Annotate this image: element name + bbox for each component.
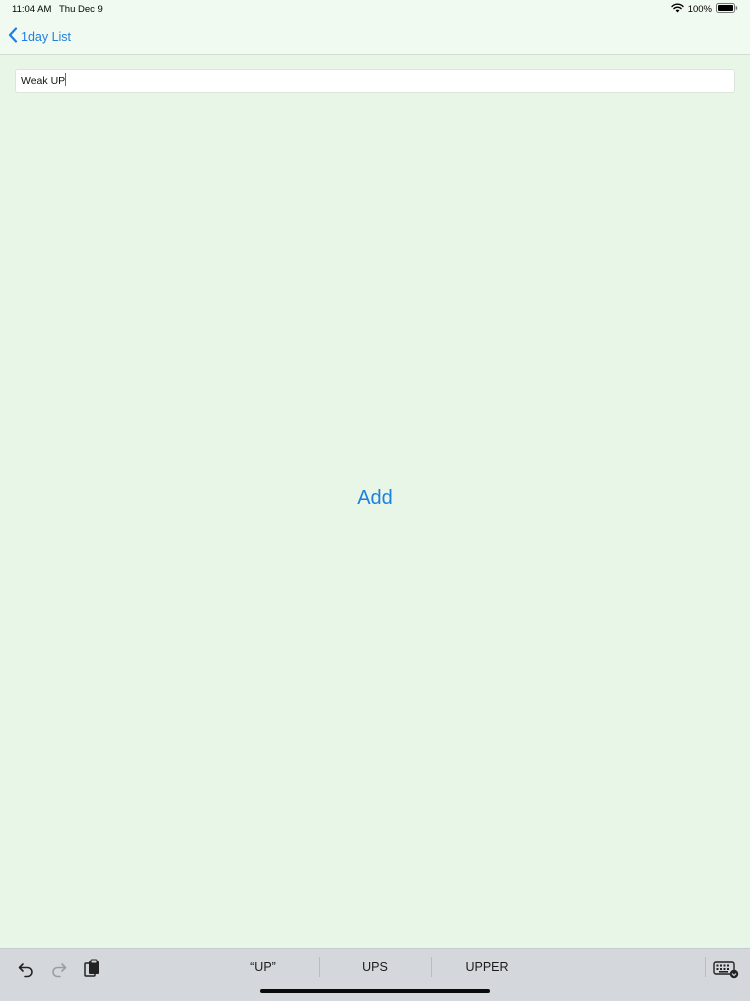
- add-button[interactable]: Add: [0, 487, 750, 510]
- chevron-left-icon: [8, 27, 18, 46]
- suggestion-separator: [431, 957, 432, 977]
- home-indicator: [260, 989, 490, 993]
- status-time: 11:04 AM: [12, 4, 52, 15]
- status-right: 100%: [670, 3, 738, 16]
- nav-bar: 1day List: [0, 18, 750, 55]
- paste-icon[interactable]: [82, 959, 102, 979]
- text-field-value: Weak UP: [21, 75, 66, 87]
- status-date: Thu Dec 9: [59, 4, 103, 15]
- status-bar: 11:04 AM Thu Dec 9 100%: [0, 0, 750, 18]
- item-text-field[interactable]: Weak UP: [15, 69, 735, 93]
- battery-icon: [716, 3, 738, 16]
- keyboard-icon[interactable]: [713, 959, 739, 979]
- battery-percent: 100%: [687, 4, 712, 15]
- text-cursor: [65, 73, 67, 86]
- keyboard-shortcut-bar: “UP” UPS UPPER: [0, 948, 750, 1001]
- wifi-icon: [670, 3, 684, 16]
- back-button-label: 1day List: [21, 29, 72, 44]
- redo-icon[interactable]: [49, 959, 69, 979]
- toolbar-separator: [705, 957, 706, 977]
- suggestion-separator: [319, 957, 320, 977]
- suggestion-2[interactable]: UPS: [325, 960, 425, 974]
- suggestion-1[interactable]: “UP”: [213, 960, 313, 974]
- undo-icon[interactable]: [16, 959, 36, 979]
- suggestion-3[interactable]: UPPER: [437, 960, 537, 974]
- back-button[interactable]: 1day List: [8, 27, 71, 46]
